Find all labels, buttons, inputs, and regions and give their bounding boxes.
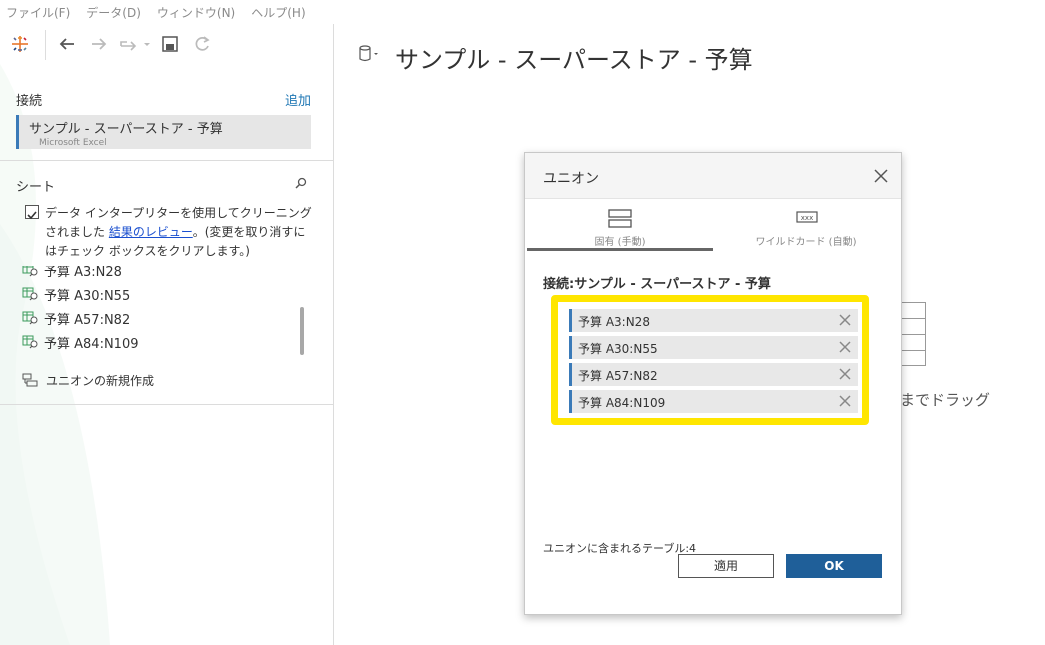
connection-name: サンプル - スーパーストア - 予算 <box>29 122 223 137</box>
tab-wildcard-auto[interactable]: xxx ワイルドカード (自動) <box>713 205 899 251</box>
union-table-item[interactable]: 予算 A3:N28 <box>569 309 858 332</box>
tableau-logo-icon[interactable] <box>8 32 32 56</box>
active-tab-indicator <box>527 248 713 251</box>
sheets-label: シート <box>16 180 56 195</box>
dialog-header: ユニオン <box>525 153 901 199</box>
review-results-link[interactable]: 結果のレビュー <box>109 225 193 239</box>
menu-help[interactable]: ヘルプ(H) <box>251 4 305 21</box>
back-arrow-icon[interactable] <box>55 32 79 56</box>
remove-icon[interactable] <box>838 340 852 354</box>
divider <box>0 160 333 161</box>
checkmark-icon <box>27 211 37 220</box>
search-icon[interactable] <box>294 176 308 190</box>
connection-type: Microsoft Excel <box>39 138 107 148</box>
sheet-name: 予算 A30:N55 <box>44 288 131 304</box>
svg-text:xxx: xxx <box>801 214 813 222</box>
union-table-item[interactable]: 予算 A57:N82 <box>569 363 858 386</box>
sheet-list: 予算 A3:N28 予算 A30:N55 予算 A57:N82 予算 A84:N… <box>0 266 300 356</box>
new-union-button[interactable]: ユニオンの新規作成 <box>22 370 154 390</box>
union-table-item[interactable]: 予算 A30:N55 <box>569 336 858 359</box>
union-table-name: 予算 A84:N109 <box>578 396 666 410</box>
sheet-item[interactable]: 予算 A57:N82 <box>22 308 130 328</box>
refresh-icon[interactable] <box>190 32 214 56</box>
union-table-name: 予算 A57:N82 <box>578 369 658 383</box>
interpreted-sheet-icon <box>22 287 38 301</box>
specific-tables-icon <box>608 209 632 228</box>
sheet-item[interactable]: 予算 A84:N109 <box>22 332 139 352</box>
divider <box>0 404 333 405</box>
remove-icon[interactable] <box>838 313 852 327</box>
wildcard-icon: xxx <box>796 211 818 223</box>
union-table-item[interactable]: 予算 A84:N109 <box>569 390 858 413</box>
add-connection-link[interactable]: 追加 <box>285 90 311 109</box>
dialog-connection-name: 接続:サンプル - スーパーストア - 予算 <box>543 277 771 292</box>
table-placeholder-icon <box>900 302 926 366</box>
save-icon[interactable] <box>158 32 182 56</box>
interpreted-sheet-icon <box>22 335 38 349</box>
toolbar <box>0 24 333 64</box>
union-icon <box>22 373 38 387</box>
interpreted-sheet-icon <box>22 311 38 325</box>
tab-label: 固有 (手動) <box>594 237 646 248</box>
sheet-item[interactable]: 予算 A3:N28 <box>22 266 122 280</box>
sheet-name: 予算 A3:N28 <box>44 266 122 280</box>
sheet-list-scrollbar[interactable] <box>300 307 304 355</box>
interpreted-sheet-icon <box>22 266 38 277</box>
union-table-name: 予算 A30:N55 <box>578 342 658 356</box>
union-dialog: ユニオン 固有 (手動) xxx ワイルドカード (自動) 接続:サンプル - … <box>524 152 902 615</box>
remove-icon[interactable] <box>838 394 852 408</box>
menu-window[interactable]: ウィンドウ(N) <box>157 4 235 21</box>
apply-button[interactable]: 適用 <box>678 554 774 578</box>
tab-label: ワイルドカード (自動) <box>755 237 857 248</box>
forward-arrow-icon[interactable] <box>87 32 111 56</box>
tab-specific-manual[interactable]: 固有 (手動) <box>527 205 713 251</box>
sheet-name: 予算 A84:N109 <box>44 336 139 352</box>
sheet-name: 予算 A57:N82 <box>44 312 131 328</box>
menu-file[interactable]: ファイル(F) <box>6 4 70 21</box>
drag-hint-text: までドラッグ <box>900 391 991 409</box>
dialog-title: ユニオン <box>543 171 599 187</box>
sheet-item[interactable]: 予算 A30:N55 <box>22 284 130 304</box>
ok-button[interactable]: OK <box>786 554 882 578</box>
menu-data[interactable]: データ(D) <box>86 4 141 21</box>
page-title: サンプル - スーパーストア - 予算 <box>395 46 753 74</box>
data-source-icon[interactable] <box>357 44 381 64</box>
remove-icon[interactable] <box>838 367 852 381</box>
redo-dropdown-icon[interactable] <box>117 32 151 56</box>
toolbar-separator <box>45 30 46 60</box>
union-table-count: ユニオンに含まれるテーブル:4 <box>543 542 697 555</box>
data-interpreter-checkbox[interactable] <box>25 205 39 220</box>
new-union-label: ユニオンの新規作成 <box>46 373 155 388</box>
data-interpreter-message: データ インタープリターを使用してクリーニングされました 結果のレビュー。(変更… <box>45 204 315 261</box>
menu-bar: ファイル(F) データ(D) ウィンドウ(N) ヘルプ(H) <box>0 0 1045 24</box>
data-source-pane: 接続 追加 サンプル - スーパーストア - 予算 Microsoft Exce… <box>0 24 334 645</box>
connection-item[interactable]: サンプル - スーパーストア - 予算 Microsoft Excel <box>16 115 311 149</box>
close-icon[interactable] <box>872 167 890 185</box>
union-table-name: 予算 A3:N28 <box>578 315 650 329</box>
connections-label: 接続 <box>16 94 43 109</box>
